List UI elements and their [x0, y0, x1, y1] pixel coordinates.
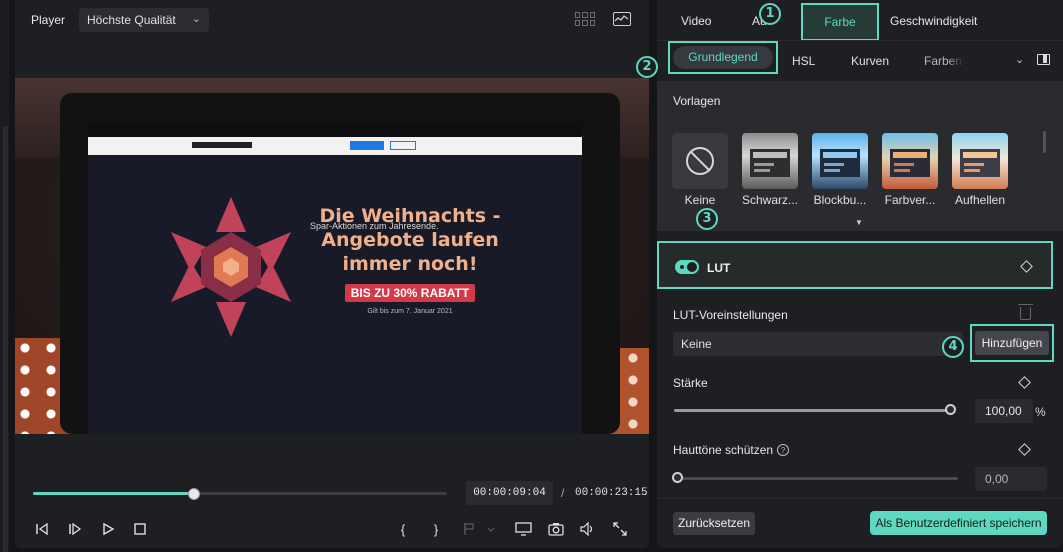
video-preview[interactable]: Die Weihnachts -Angebote laufen immer no… [15, 78, 649, 434]
total-time: 00:00:23:15 [575, 487, 648, 499]
callout-badge: 3 [696, 208, 718, 230]
fullscreen-icon[interactable] [612, 520, 628, 538]
presets-title: Vorlagen [673, 94, 721, 108]
next-frame-icon[interactable] [66, 520, 84, 538]
keyframe-diamond-icon[interactable] [1018, 376, 1031, 389]
subtab-hsl[interactable]: HSL [792, 54, 815, 68]
preset-label: Farbver... [884, 193, 936, 207]
tab-video[interactable]: Video [681, 14, 711, 28]
lut-preset-value: Keine [681, 337, 712, 351]
play-icon[interactable] [99, 520, 117, 538]
none-icon [686, 147, 714, 175]
presets-section: Vorlagen Keine Schwarz... Blockbu... Far… [657, 81, 1063, 231]
grid-view-icon[interactable] [575, 12, 595, 26]
subtab-curves[interactable]: Kurven [851, 54, 889, 68]
chevron-down-icon[interactable]: ⌄ [1015, 53, 1024, 66]
chevron-down-icon: ⌄ [191, 13, 201, 25]
skin-protect-slider-knob[interactable] [672, 472, 683, 483]
lut-label: LUT [707, 261, 731, 275]
lut-presets-title: LUT-Voreinstellungen [673, 308, 788, 322]
reset-button[interactable]: Zurücksetzen [673, 512, 755, 535]
strength-slider[interactable] [674, 409, 951, 412]
sub-tabs: Grundlegend HSL Kurven Farben ⌄ [657, 41, 1063, 81]
display-icon[interactable] [514, 520, 534, 538]
subtab-basic[interactable]: Grundlegend [673, 46, 773, 69]
timeline-scrubber[interactable] [33, 488, 447, 500]
editor-window: Player Höchste Qualität ⌄ Die Weihnachts… [0, 0, 1063, 552]
lut-preset-select[interactable]: Keine [673, 332, 963, 356]
callout-badge: 4 [942, 336, 964, 358]
preset-color-gradient[interactable] [882, 133, 938, 189]
camera-icon[interactable] [547, 520, 565, 538]
keyframe-diamond-icon[interactable] [1018, 443, 1031, 456]
callout-badge: 2 [636, 56, 658, 78]
lut-toggle[interactable] [675, 260, 699, 274]
preset-label: Blockbu... [813, 193, 867, 207]
strength-slider-knob[interactable] [945, 404, 956, 415]
quality-select[interactable]: Höchste Qualität ⌄ [79, 8, 209, 32]
left-edge-panel [0, 0, 9, 552]
player-label: Player [31, 13, 66, 27]
player-panel: Player Höchste Qualität ⌄ Die Weihnachts… [15, 0, 649, 548]
properties-panel: Video Au Farbe Geschwindigkeit Grundlege… [657, 0, 1063, 548]
promo-badge: BIS ZU 30% RABATT [344, 284, 476, 302]
presets-scrollbar[interactable] [1043, 131, 1046, 153]
scrubber-knob[interactable] [188, 488, 201, 500]
time-separator: / [561, 486, 565, 500]
lut-section-header: LUT [657, 241, 1053, 289]
quality-value: Höchste Qualität [87, 13, 176, 27]
preset-brighten[interactable] [952, 133, 1008, 189]
skin-protect-input[interactable]: 0,00 [975, 467, 1047, 491]
mark-in-button[interactable]: { [396, 520, 410, 538]
preset-label: Aufhellen [954, 193, 1006, 207]
keyframe-diamond-icon[interactable] [1020, 260, 1033, 273]
promo-subline: Spar-Aktionen zum Jahresende. [310, 221, 439, 231]
main-tabs: Video Au Farbe Geschwindigkeit [657, 0, 1063, 41]
snowflake-graphic [171, 197, 291, 337]
promo-headline: Die Weihnachts -Angebote laufen immer no… [319, 205, 501, 275]
preset-none[interactable] [672, 133, 728, 189]
panel-layout-icon[interactable] [1037, 54, 1050, 65]
skin-protect-label: Hauttöne schützen [673, 443, 774, 457]
subtab-wheels[interactable]: Farben [924, 54, 964, 68]
volume-icon[interactable] [579, 520, 597, 538]
skin-protect-slider[interactable] [674, 477, 958, 480]
laptop-image: Die Weihnachts -Angebote laufen immer no… [60, 93, 620, 434]
add-lut-button[interactable]: Hinzufügen [975, 331, 1049, 355]
preset-label: Schwarz... [741, 193, 798, 207]
preset-bw[interactable] [742, 133, 798, 189]
tab-color[interactable]: Farbe [801, 3, 879, 41]
current-time[interactable]: 00:00:09:04 [466, 481, 553, 505]
save-custom-button[interactable]: Als Benutzerdefiniert speichern [870, 511, 1047, 535]
help-icon[interactable]: ? [777, 444, 789, 456]
preset-blockbuster[interactable] [812, 133, 868, 189]
marker-icon[interactable] [461, 520, 497, 538]
tab-speed[interactable]: Geschwindigkeit [890, 14, 977, 28]
waveform-icon[interactable] [613, 12, 631, 26]
promo-note: Gilt bis zum 7. Januar 2021 [367, 308, 453, 315]
expand-presets-icon[interactable]: ▼ [855, 218, 863, 227]
panel-footer: Zurücksetzen Als Benutzerdefiniert speic… [657, 498, 1063, 548]
stop-icon[interactable] [131, 520, 149, 538]
callout-badge: 1 [759, 3, 781, 25]
trash-icon[interactable] [1018, 304, 1033, 320]
preset-label: Keine [684, 193, 716, 207]
strength-input[interactable]: 100,00 [975, 399, 1033, 423]
mark-out-button[interactable]: } [429, 520, 443, 538]
strength-label: Stärke [673, 376, 708, 390]
strength-unit: % [1035, 405, 1046, 419]
prev-frame-icon[interactable] [33, 520, 51, 538]
